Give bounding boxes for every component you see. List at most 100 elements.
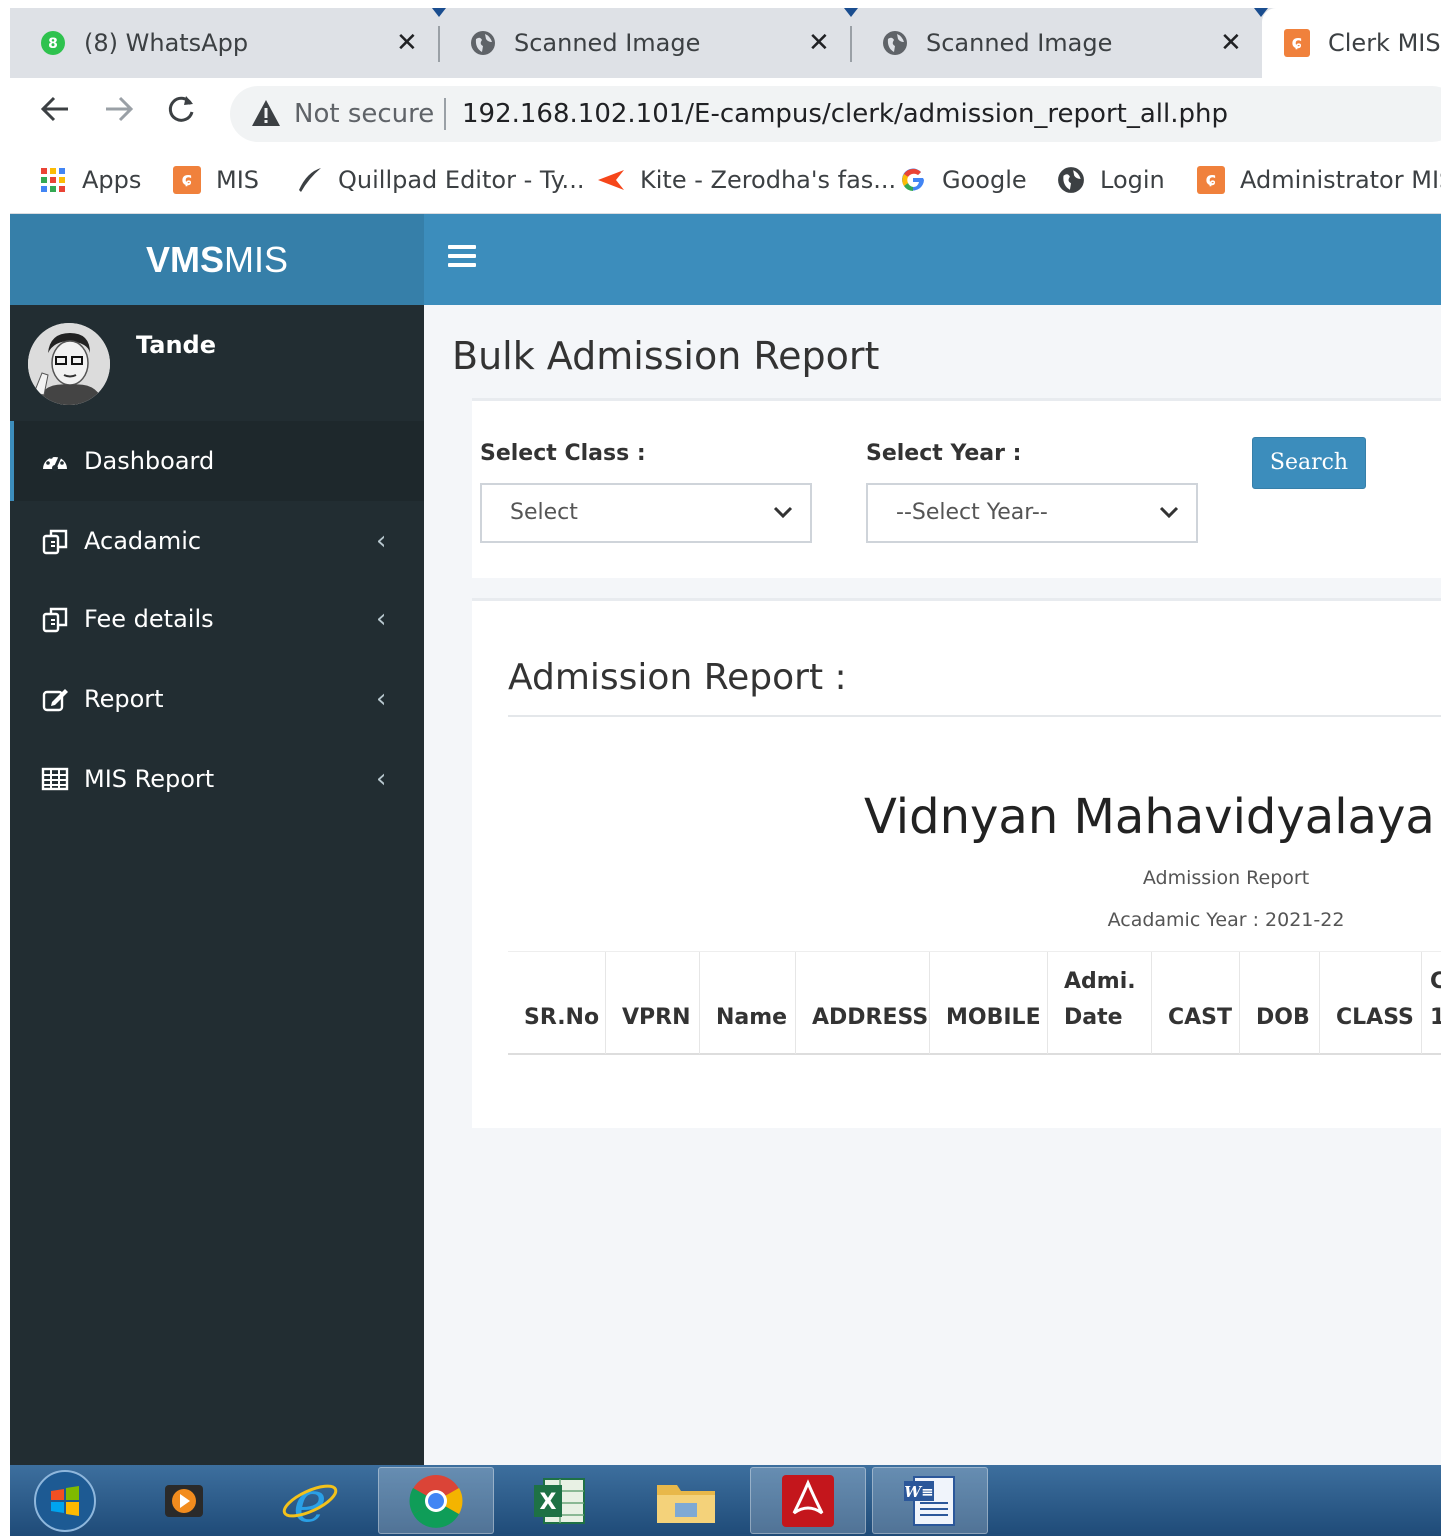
year-select[interactable]: --Select Year-- [866, 483, 1198, 543]
chevron-left-icon: ‹ [376, 526, 387, 556]
chevron-left-icon: ‹ [376, 604, 387, 634]
divider [508, 715, 1441, 717]
column-header-sr-no: SR.No [508, 952, 606, 1054]
brand-logo[interactable]: VMSMIS [10, 214, 424, 305]
sidebar-item-dashboard[interactable]: Dashboard [10, 421, 424, 501]
copy-icon [40, 526, 70, 556]
bookmark-apps[interactable]: Apps [38, 162, 141, 198]
sidebar-item-report[interactable]: Report ‹ [10, 659, 424, 739]
user-name: Tande [136, 331, 217, 359]
excel-icon[interactable]: X [504, 1467, 616, 1534]
bookmark-login[interactable]: Login [1056, 162, 1165, 198]
bookmark-mis[interactable]: ɕ MIS [172, 162, 259, 198]
word-icon[interactable]: W≡ [872, 1467, 988, 1534]
close-tab-icon[interactable]: ✕ [808, 28, 830, 58]
close-tab-icon[interactable]: ✕ [396, 28, 418, 58]
svg-text:e: e [293, 1473, 326, 1529]
chrome-icon[interactable] [378, 1467, 494, 1534]
dashboard-icon [40, 446, 70, 476]
column-header-name: Name [700, 952, 796, 1054]
column-header-dob: DOB [1240, 952, 1320, 1054]
chevron-left-icon: ‹ [376, 764, 387, 794]
close-tab-icon[interactable]: ✕ [1220, 28, 1242, 58]
column-header-address: ADDRESS [796, 952, 930, 1054]
column-header-cast: CAST [1152, 952, 1240, 1054]
brand-bold: VMS [145, 239, 224, 280]
column-header-class: CLASS [1320, 952, 1422, 1054]
bookmark-label: Administrator MIS [1240, 166, 1441, 194]
start-orb-icon[interactable] [10, 1467, 120, 1534]
report-academic-year: Acadamic Year : 2021-22 [1107, 909, 1345, 931]
chevron-down-icon [770, 499, 796, 525]
globe-icon [1056, 165, 1086, 195]
tab-whatsapp[interactable]: 8 (8) WhatsApp ✕ [10, 8, 422, 78]
chevron-down-icon [1156, 499, 1182, 525]
bookmark-label: MIS [216, 166, 260, 194]
sidebar-item-label: Acadamic [84, 527, 202, 555]
mis-icon: ɕ [1196, 165, 1226, 195]
media-player-icon[interactable] [128, 1467, 240, 1534]
bookmark-kite[interactable]: Kite - Zerodha's fas... [596, 162, 896, 198]
file-explorer-icon[interactable] [630, 1467, 742, 1534]
column-header-truncated: C1 [1430, 969, 1441, 1030]
class-select[interactable]: Select [480, 483, 812, 543]
tab-title: Scanned Image [514, 29, 701, 57]
top-navbar [424, 214, 1441, 305]
bookmark-label: Quillpad Editor - Ty... [338, 166, 585, 194]
google-icon [898, 165, 928, 195]
sidebar-item-label: Report [84, 685, 164, 713]
column-header-admi-date: Admi. Date [1048, 952, 1152, 1054]
tab-scanned-image-2[interactable]: Scanned Image ✕ [852, 8, 1264, 78]
bookmarks-bar: Apps ɕ MIS Quillpad Editor - Ty... Kite … [10, 150, 1441, 214]
search-button[interactable]: Search [1252, 437, 1366, 489]
svg-text:8: 8 [48, 36, 58, 52]
page-title: Bulk Admission Report [452, 334, 880, 378]
class-select-value: Select [510, 500, 578, 525]
sidebar-item-acadamic[interactable]: Acadamic ‹ [10, 501, 424, 581]
bookmark-google[interactable]: Google [898, 162, 1027, 198]
bookmark-label: Kite - Zerodha's fas... [640, 166, 897, 194]
edit-icon [40, 684, 70, 714]
security-label[interactable]: Not secure [294, 99, 434, 129]
address-bar[interactable]: Not secure 192.168.102.101/E-campus/cler… [230, 86, 1441, 142]
copy-icon [40, 604, 70, 634]
mis-icon: ɕ [172, 165, 202, 195]
globe-icon [470, 30, 496, 56]
forward-arrow-icon[interactable] [102, 92, 136, 135]
url-text[interactable]: 192.168.102.101/E-campus/clerk/admission… [462, 99, 1228, 129]
warning-icon[interactable] [250, 98, 282, 132]
acrobat-icon[interactable] [750, 1467, 866, 1534]
sidebar-item-label: Fee details [84, 605, 214, 633]
tab-scanned-image-1[interactable]: Scanned Image ✕ [440, 8, 852, 78]
table-icon [40, 764, 70, 794]
year-select-value: --Select Year-- [896, 500, 1048, 525]
address-separator [444, 98, 446, 130]
sidebar-item-mis-report[interactable]: MIS Report ‹ [10, 739, 424, 819]
admission-table-header: SR.No VPRN Name ADDRESS MOBILE Admi. Date… [508, 951, 1441, 1055]
back-arrow-icon[interactable] [38, 92, 72, 135]
tab-title: Scanned Image [926, 29, 1113, 57]
sidebar-item-fee-details[interactable]: Fee details ‹ [10, 579, 424, 659]
svg-text:W≡: W≡ [904, 1483, 933, 1501]
browser-tab-strip: 8 (8) WhatsApp ✕ Scanned Image ✕ Scanned… [10, 8, 1441, 78]
globe-icon [882, 30, 908, 56]
hamburger-menu-icon[interactable] [448, 240, 476, 276]
apps-grid-icon [38, 165, 68, 195]
svg-text:X: X [540, 1490, 557, 1515]
reload-icon[interactable] [164, 92, 198, 135]
year-label: Select Year : [866, 441, 1022, 466]
class-label: Select Class : [480, 441, 646, 466]
mis-icon: ɕ [1284, 29, 1310, 57]
report-subtitle: Admission Report [1142, 867, 1310, 889]
sidebar-item-label: MIS Report [84, 765, 215, 793]
college-name: Vidnyan Mahavidyalaya Sa [864, 789, 1441, 845]
bookmark-quillpad[interactable]: Quillpad Editor - Ty... [294, 162, 584, 198]
windows-taskbar: e X W≡ [10, 1465, 1441, 1536]
tab-clerk-mis[interactable]: ɕ Clerk MIS [1262, 8, 1441, 78]
kite-icon [596, 165, 626, 195]
internet-explorer-icon[interactable]: e [254, 1467, 366, 1534]
column-header-mobile: MOBILE [930, 952, 1048, 1054]
tab-title: Clerk MIS [1328, 29, 1441, 57]
bookmark-administrator-mis[interactable]: ɕ Administrator MIS [1196, 162, 1441, 198]
report-panel: Admission Report : Vidnyan Mahavidyalaya… [472, 598, 1441, 1128]
